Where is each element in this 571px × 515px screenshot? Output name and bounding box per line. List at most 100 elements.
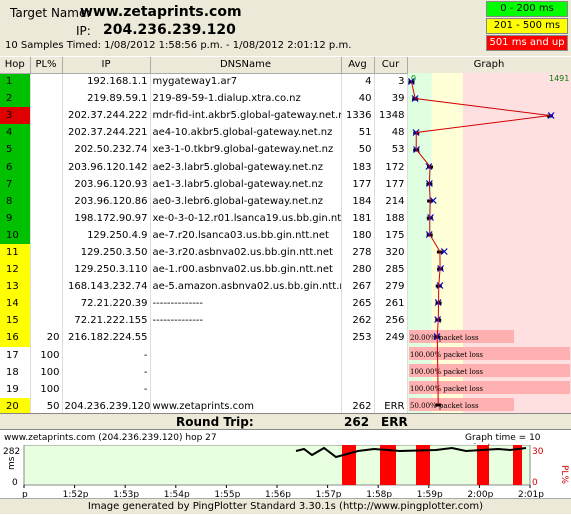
packet-loss <box>30 261 63 279</box>
packet-loss-label: 100.00% packet loss <box>410 351 483 359</box>
hop-avg: 280 <box>341 261 375 279</box>
yellow-zone <box>431 73 463 413</box>
hop-ip: 202.50.232.74 <box>62 141 151 159</box>
hop-cur: 320 <box>374 243 408 262</box>
packet-loss <box>30 209 63 227</box>
packet-loss <box>30 73 63 91</box>
ms-label: ms <box>7 456 17 470</box>
samples-info: 10 Samples Timed: 1/08/2012 1:58:56 p.m.… <box>5 40 352 51</box>
hop-number: 19 <box>0 380 31 398</box>
hop-cur <box>374 363 408 381</box>
pl-axis-label: PL% <box>559 465 569 484</box>
col-graph[interactable]: Graph <box>407 57 571 74</box>
hop-cur: 256 <box>374 312 408 330</box>
round-trip-label: Round Trip: <box>176 415 254 429</box>
hop-dns <box>150 346 342 364</box>
packet-loss <box>30 295 63 313</box>
hop-cur: 249 <box>374 329 408 347</box>
timeline-tick-label: p <box>22 490 28 498</box>
y-max-label: 282 <box>3 447 20 457</box>
timeline-tick-label: 1:54p <box>164 490 190 498</box>
packet-loss-label: 20.00% packet loss <box>410 334 479 342</box>
col-pl[interactable]: PL% <box>30 57 63 74</box>
hop-cur: 214 <box>374 192 408 210</box>
hop-cur: 39 <box>374 90 408 108</box>
ip-label: IP: <box>76 24 91 38</box>
hop-number: 13 <box>0 278 31 296</box>
hop-number: 1 <box>0 73 31 91</box>
hop-dns <box>150 329 342 347</box>
hop-dns: ae-7.r20.lsanca03.us.bb.gin.ntt.net <box>150 226 342 244</box>
legend-green: 0 - 200 ms <box>486 1 568 17</box>
hop-avg: 278 <box>341 243 375 262</box>
footer: Image generated by PingPlotter Standard … <box>0 498 571 514</box>
hop-ip: 192.168.1.1 <box>62 73 151 91</box>
round-trip-avg: 262 <box>344 415 370 429</box>
graph-max-label: 1491 <box>549 74 569 83</box>
hop-cur: 1348 <box>374 107 408 125</box>
packet-loss: 100 <box>30 363 63 381</box>
col-hop[interactable]: Hop <box>0 57 31 74</box>
hop-ip: 168.143.232.74 <box>62 278 151 296</box>
packet-loss <box>30 158 63 176</box>
hop-dns: ae-1.r00.asbnva02.us.bb.gin.ntt.net <box>150 261 342 279</box>
hop-avg: 183 <box>341 158 375 176</box>
hop-dns: ae-3.r20.asbnva02.us.bb.gin.ntt.net <box>150 243 342 262</box>
packet-loss <box>30 90 63 108</box>
packet-loss <box>30 124 63 142</box>
col-avg[interactable]: Avg <box>341 57 375 74</box>
hop-cur <box>374 346 408 364</box>
packet-loss-bar <box>513 445 522 485</box>
hop-dns: ae4-10.akbr5.global-gateway.net.nz <box>150 124 342 142</box>
hop-avg: 184 <box>341 192 375 210</box>
hop-cur <box>374 380 408 398</box>
hop-avg <box>341 380 375 398</box>
target-label: Target Name: <box>10 6 91 20</box>
hop-cur: 177 <box>374 175 408 193</box>
hop-number: 15 <box>0 312 31 330</box>
timeline-tick-label: 1:58p <box>366 490 392 498</box>
hop-avg: 40 <box>341 90 375 108</box>
hop-ip: 202.37.244.221 <box>62 124 151 142</box>
hop-avg: 50 <box>341 141 375 159</box>
hop-ip: 129.250.3.50 <box>62 243 151 262</box>
hop-ip: - <box>62 363 151 381</box>
packet-loss <box>30 243 63 262</box>
col-dns[interactable]: DNSName <box>150 57 342 74</box>
hop-dns: mdr-fid-int.akbr5.global-gateway.net.nz <box>150 107 342 125</box>
hop-ip: 129.250.4.9 <box>62 226 151 244</box>
hop-avg: 267 <box>341 278 375 296</box>
packet-loss <box>30 107 63 125</box>
hop-ip: 129.250.3.110 <box>62 261 151 279</box>
packet-loss <box>30 175 63 193</box>
hop-number: 18 <box>0 363 31 381</box>
hop-ip: - <box>62 346 151 364</box>
hop-avg: 262 <box>341 312 375 330</box>
hop-cur: 279 <box>374 278 408 296</box>
packet-loss-bar <box>342 445 356 485</box>
hop-avg <box>341 363 375 381</box>
round-trip-cur: ERR <box>381 415 408 429</box>
legend-red: 501 ms and up <box>486 35 568 51</box>
hop-ip: 72.21.222.155 <box>62 312 151 330</box>
packet-loss-label: 100.00% packet loss <box>410 385 483 393</box>
target-ip: 204.236.239.120 <box>103 22 236 38</box>
hop-cur: 175 <box>374 226 408 244</box>
packet-loss-label: 50.00% packet loss <box>410 402 479 410</box>
round-trip-bar: Round Trip: 262 ERR <box>0 413 571 430</box>
hop-ip: 203.96.120.142 <box>62 158 151 176</box>
pl-max-label: 30 <box>532 447 544 457</box>
hop-dns <box>150 363 342 381</box>
hop-cur: 261 <box>374 295 408 313</box>
timeline-header: www.zetaprints.com (204.236.239.120) hop… <box>0 432 571 453</box>
timeline-tick-label: 1:56p <box>265 490 291 498</box>
hop-number: 4 <box>0 124 31 142</box>
hop-number: 10 <box>0 226 31 244</box>
timeline-graph[interactable]: 282 0 ms 30 0 PL% p 1:52p 1:53p 1:54p 1:55p 1:56p 1:… <box>0 445 571 498</box>
hop-dns: 219-89-59-1.dialup.xtra.co.nz <box>150 90 342 108</box>
hop-ip: - <box>62 380 151 398</box>
col-cur[interactable]: Cur <box>374 57 408 74</box>
header-panel: Target Name: www.zetaprints.com IP: 204.… <box>0 0 571 56</box>
hop-avg: 51 <box>341 124 375 142</box>
col-ip[interactable]: IP <box>62 57 151 74</box>
